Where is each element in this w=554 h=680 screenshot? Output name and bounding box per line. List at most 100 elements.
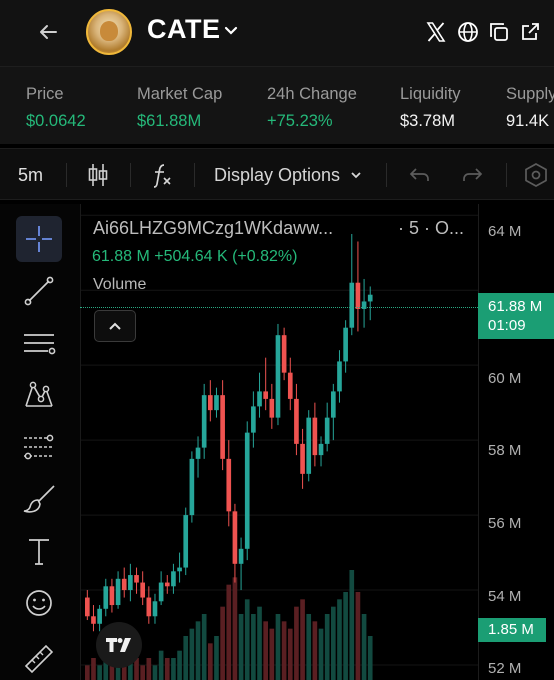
settings-button[interactable]: [522, 149, 550, 201]
tradingview-logo[interactable]: [96, 622, 142, 668]
stat-24h-change: 24h Change +75.23%: [267, 85, 357, 131]
candle-body: [300, 443, 305, 474]
volume-bar: [146, 658, 152, 680]
candle-body: [349, 282, 355, 328]
candle-body: [294, 398, 299, 444]
candle-body: [214, 395, 219, 411]
last-price-value: 61.88 M: [488, 298, 543, 315]
candle-body: [97, 608, 102, 624]
axis-tick: 58 M: [488, 442, 522, 459]
undo-icon: [409, 168, 429, 181]
candle-body: [158, 582, 164, 602]
copy-icon[interactable]: [487, 20, 511, 44]
candle-body: [146, 597, 152, 617]
candle-body: [134, 575, 139, 583]
text-tool[interactable]: [16, 528, 62, 574]
candle-body: [232, 511, 238, 564]
token-stats-bar: Price $0.0642 Market Cap $61.88M 24h Cha…: [0, 66, 554, 144]
emoji-tool[interactable]: [16, 580, 62, 626]
candle-body: [121, 578, 127, 591]
brush-icon: [23, 485, 55, 513]
collapse-legend-button[interactable]: [94, 310, 136, 342]
volume-bar: [251, 614, 256, 680]
candle-body: [109, 586, 115, 606]
stat-supply: Supply 91.4K: [506, 85, 554, 131]
stat-market-cap: Market Cap $61.88M: [137, 85, 222, 131]
volume-bar: [214, 636, 219, 680]
external-link-icon[interactable]: [518, 20, 542, 44]
stat-label: Market Cap: [137, 85, 223, 103]
candle-body: [238, 548, 244, 564]
last-price-line: [80, 307, 478, 308]
volume-bar: [232, 577, 238, 680]
candle-body: [251, 406, 256, 433]
pattern-icon: [25, 381, 53, 407]
volume-bar: [201, 614, 207, 680]
token-header: CATE: [0, 0, 554, 66]
candle-body: [128, 575, 133, 591]
axis-tick: 54 M: [488, 588, 522, 605]
chart-toolbar: 5m Display Options: [0, 148, 554, 200]
brush-tool[interactable]: [16, 476, 62, 522]
chevron-down-icon[interactable]: [222, 24, 240, 38]
candle-type-button[interactable]: [86, 149, 110, 201]
pattern-tool[interactable]: [16, 372, 62, 418]
volume-bar: [300, 599, 305, 680]
ruler-tool[interactable]: [16, 636, 62, 680]
volume-bar: [355, 592, 361, 680]
undo-button[interactable]: [408, 149, 432, 201]
display-options-button[interactable]: Display Options: [214, 149, 363, 201]
fib-tool[interactable]: [16, 424, 62, 470]
indicators-icon[interactable]: [150, 149, 174, 201]
token-name[interactable]: CATE: [147, 14, 221, 45]
horizontal-lines-tool[interactable]: [16, 320, 62, 366]
redo-button[interactable]: [460, 149, 484, 201]
candle-body: [91, 616, 96, 624]
volume-bar: [287, 628, 293, 680]
candle-body: [226, 458, 232, 512]
volume-bar: [208, 643, 213, 680]
candle-body: [244, 432, 250, 549]
volume-bar: [85, 665, 90, 680]
candle-body: [318, 443, 324, 456]
volume-bar: [331, 606, 336, 680]
volume-bar: [343, 592, 348, 680]
volume-bar: [281, 621, 287, 680]
last-price-label: 61.88 M 01:09: [478, 293, 554, 339]
trend-line-tool[interactable]: [16, 268, 62, 314]
volume-bar: [91, 658, 96, 680]
drawing-tools-sidebar: [0, 204, 80, 680]
x-icon[interactable]: [424, 20, 448, 44]
stat-value: $0.0642: [26, 112, 86, 130]
volume-bar: [152, 665, 158, 680]
globe-icon[interactable]: [456, 20, 480, 44]
candle-body: [164, 582, 170, 587]
back-arrow-icon[interactable]: [36, 20, 60, 44]
fibonacci-icon: [24, 434, 54, 460]
chart-symbol: Ai66LHZG9MCzg1WKdaww...: [93, 218, 334, 238]
volume-bar: [97, 665, 102, 680]
candle-body: [269, 398, 275, 418]
candle-body: [324, 417, 330, 444]
chart-ohlc-values: 61.88 M +504.64 K (+0.82%): [92, 248, 298, 265]
display-options-label: Display Options: [214, 164, 341, 185]
text-icon: [29, 539, 49, 565]
volume-bar: [244, 599, 250, 680]
axis-tick: 60 M: [488, 370, 522, 387]
volume-bar: [177, 650, 182, 680]
volume-bar: [238, 614, 244, 680]
candle-body: [85, 597, 90, 617]
volume-bar: [312, 621, 318, 680]
chevron-up-icon: [109, 322, 121, 330]
stat-label: Liquidity: [400, 85, 461, 103]
interval-button[interactable]: 5m: [18, 149, 43, 201]
volume-bar: [140, 665, 145, 680]
volume-bar: [337, 599, 342, 680]
last-volume-label: 1.85 M: [478, 618, 546, 642]
candle-body: [275, 335, 281, 418]
chevron-down-icon: [351, 172, 361, 179]
crosshair-tool[interactable]: [16, 216, 62, 262]
volume-bar: [269, 628, 275, 680]
chart-timeframe: · 5 · O...: [398, 218, 465, 238]
candle-body: [355, 282, 361, 309]
